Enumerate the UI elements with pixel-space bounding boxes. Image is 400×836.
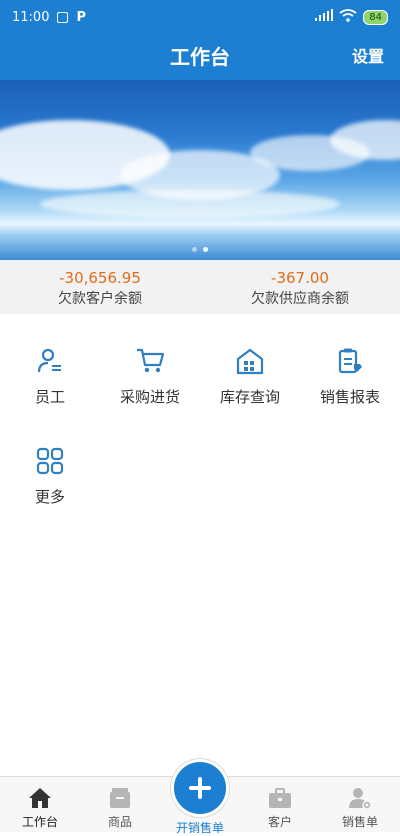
supplier-balance-label: 欠款供应商余额 — [251, 291, 349, 307]
supplier-balance[interactable]: -367.00 欠款供应商余额 — [200, 260, 400, 314]
briefcase-icon — [267, 785, 293, 811]
grid-item-purchase[interactable]: 采购进货 — [100, 314, 200, 414]
grid-item-sales-report[interactable]: 销售报表 — [300, 314, 400, 414]
tab-label-workbench: 工作台 — [21, 815, 58, 829]
parking-icon: P — [76, 9, 86, 25]
status-bar: 11:00 P 84 — [0, 0, 400, 34]
grid-item-more[interactable]: 更多 — [0, 414, 100, 514]
carousel-dot-active[interactable] — [203, 247, 208, 252]
grid-label-purchase: 采购进货 — [119, 388, 180, 406]
report-icon — [335, 346, 365, 376]
signal-icon — [315, 9, 334, 25]
customer-balance[interactable]: -30,656.95 欠款客户余额 — [0, 260, 200, 314]
box-icon — [107, 785, 133, 811]
settings-button[interactable]: 设置 — [352, 34, 384, 80]
tab-sales-orders[interactable]: 销售单 — [320, 777, 400, 832]
tab-label-products: 商品 — [107, 815, 132, 829]
app-header: 工作台 设置 — [0, 34, 400, 80]
status-time: 11:00 — [12, 9, 50, 25]
plus-icon[interactable] — [171, 759, 229, 817]
shopping-cart-icon — [135, 346, 165, 376]
customer-balance-value: -30,656.95 — [59, 269, 141, 287]
page-title: 工作台 — [170, 45, 230, 69]
carousel-dot[interactable] — [192, 247, 197, 252]
tab-label-sales-orders: 销售单 — [341, 815, 378, 829]
supplier-balance-value: -367.00 — [271, 269, 329, 287]
function-grid: 员工 采购进货 库存查询 销售报表 更多 — [0, 314, 400, 514]
wifi-icon — [339, 8, 357, 26]
grid-label-more: 更多 — [34, 488, 65, 506]
balance-summary: -30,656.95 欠款客户余额 -367.00 欠款供应商余额 — [0, 260, 400, 314]
battery-icon: 84 — [363, 9, 388, 25]
employee-icon — [35, 346, 65, 376]
carousel-indicator — [0, 247, 400, 252]
user-gear-icon — [347, 785, 373, 811]
notification-icon — [57, 11, 69, 23]
grid-label-employee: 员工 — [34, 388, 65, 406]
grid-label-sales-report: 销售报表 — [319, 388, 380, 406]
tab-workbench[interactable]: 工作台 — [0, 777, 80, 832]
grid-item-inventory[interactable]: 库存查询 — [200, 314, 300, 414]
warehouse-icon — [235, 346, 265, 376]
customer-balance-label: 欠款客户余额 — [58, 291, 142, 307]
tab-new-sales-order[interactable]: 开销售单 — [160, 759, 240, 835]
banner-carousel[interactable] — [0, 80, 400, 260]
grid-label-inventory: 库存查询 — [219, 388, 280, 406]
tab-label-customers: 客户 — [267, 815, 292, 829]
grid-item-employee[interactable]: 员工 — [0, 314, 100, 414]
more-grid-icon — [35, 446, 65, 476]
bottom-tab-bar: 工作台 商品 开销售单 客户 销售单 — [0, 759, 400, 835]
tab-products[interactable]: 商品 — [80, 777, 160, 832]
tab-customers[interactable]: 客户 — [240, 777, 320, 832]
home-icon — [27, 785, 53, 811]
tab-label-new-sales-order: 开销售单 — [175, 821, 224, 835]
